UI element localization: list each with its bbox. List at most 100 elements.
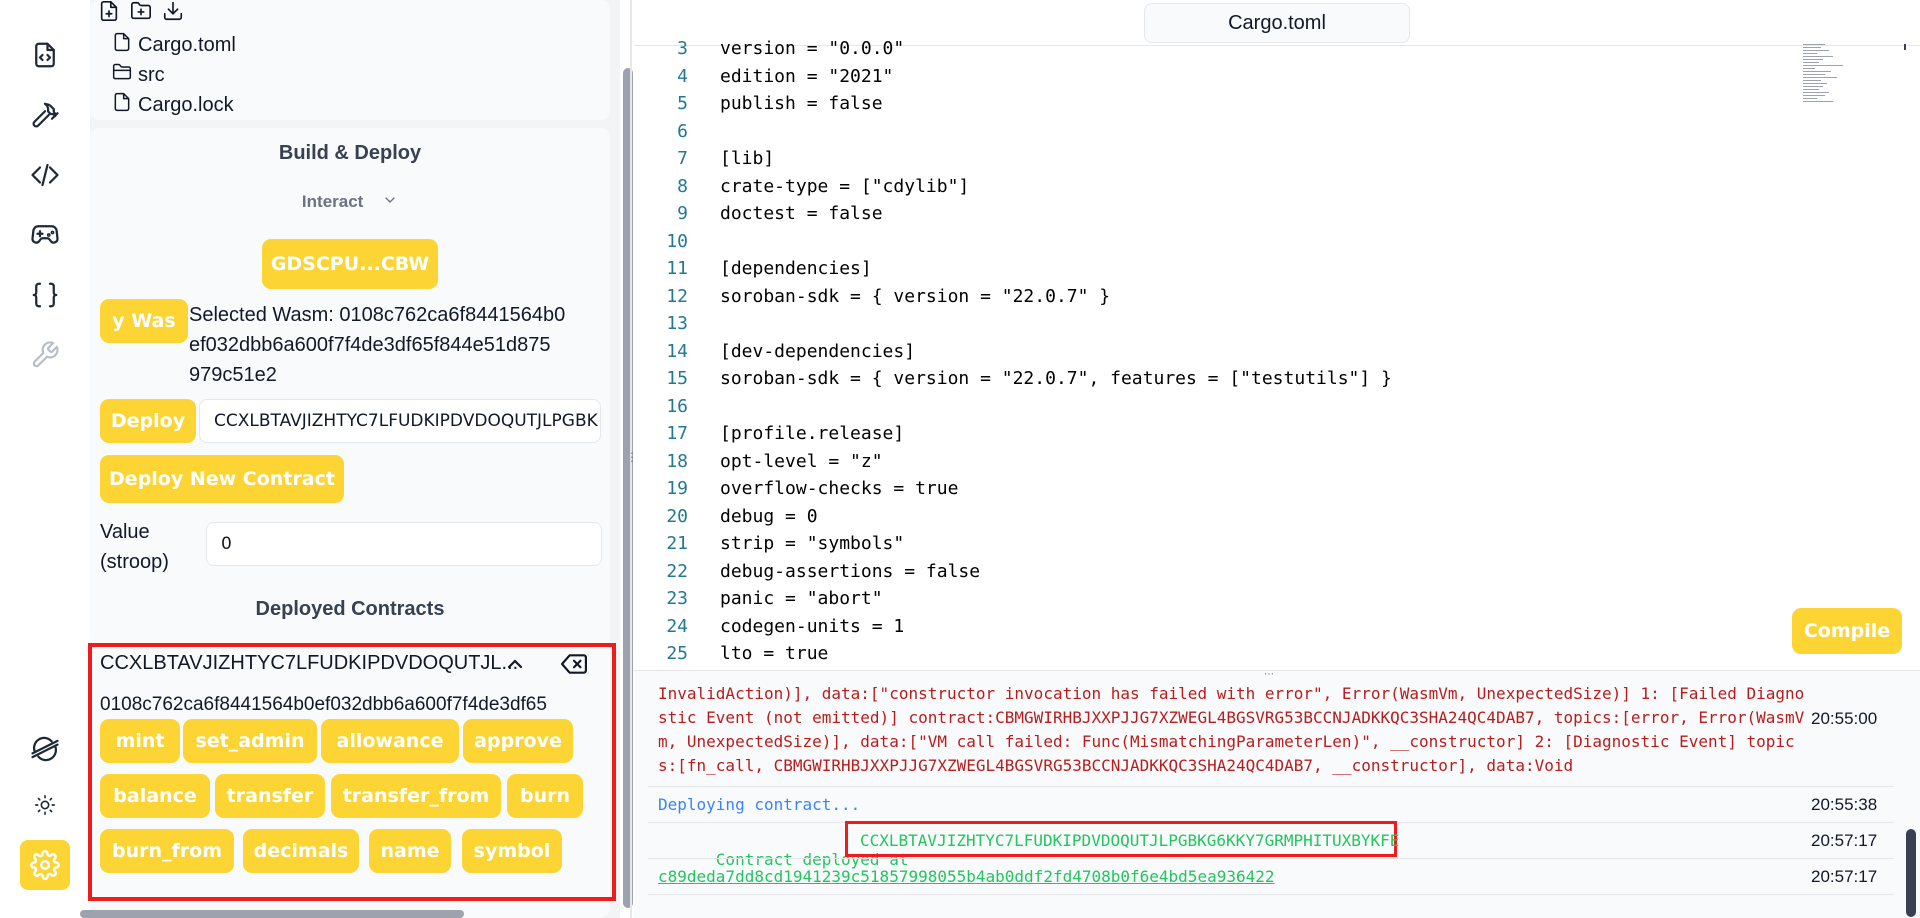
- editor-minimap[interactable]: [1799, 44, 1859, 106]
- terminal-scrollbar[interactable]: [1906, 829, 1916, 917]
- braces-icon[interactable]: [24, 274, 66, 316]
- compile-button[interactable]: Compile: [1792, 608, 1902, 654]
- terminal-error-line: s:[fn_call, CBMGWIRHBJXXPJJG7XZWEGL4BGSV…: [658, 756, 1574, 775]
- mode-select-label: Interact: [301, 192, 364, 211]
- function-button-name[interactable]: name: [369, 829, 451, 873]
- settings-gear-icon[interactable]: [20, 840, 70, 890]
- mode-select[interactable]: Interact: [90, 192, 610, 213]
- line-content: panic = "abort": [720, 588, 883, 609]
- select-wasm-button[interactable]: y Was: [100, 299, 188, 343]
- line-number: 21: [666, 533, 688, 554]
- line-number: 17: [666, 423, 688, 444]
- line-content: [lib]: [720, 148, 775, 169]
- file-tree-item-label: Cargo.lock: [138, 93, 234, 116]
- line-number: 23: [666, 588, 688, 609]
- terminal-separator: [648, 858, 1894, 859]
- app-root: Cargo.toml src Cargo.lock Build & Deploy…: [0, 0, 1920, 918]
- contract-hash: 0108c762ca6f8441564b0ef032dbb6a600f7f4de…: [100, 694, 547, 715]
- terminal-drag-handle-icon[interactable]: ⋯: [1264, 670, 1274, 680]
- remove-contract-button[interactable]: [554, 648, 594, 684]
- deploy-contract-input[interactable]: CCXLBTAVJIZHTYC7LFUDKIPDVDOQUTJLPGBK: [199, 399, 601, 443]
- file-tree-item[interactable]: src: [112, 62, 165, 88]
- function-button-burn-from[interactable]: burn_from: [100, 829, 234, 873]
- side-panel-horizontal-scrollbar[interactable]: [80, 910, 464, 918]
- minimap-line: [1803, 56, 1833, 57]
- function-button-allowance[interactable]: allowance: [321, 719, 459, 763]
- value-label: Value (stroop): [100, 517, 169, 577]
- minimap-line: [1803, 77, 1837, 78]
- tab-cargo-toml[interactable]: Cargo.toml: [1144, 3, 1410, 43]
- function-button-transfer-from[interactable]: transfer_from: [331, 774, 501, 818]
- function-button-mint[interactable]: mint: [100, 719, 180, 763]
- function-button-set-admin[interactable]: set_admin: [183, 719, 317, 763]
- function-button-burn[interactable]: burn: [507, 774, 583, 818]
- gamepad-icon[interactable]: [24, 214, 66, 256]
- account-button[interactable]: GDSCPU...CBW: [262, 239, 438, 289]
- line-number: 12: [666, 285, 688, 307]
- minimap-line: [1803, 53, 1817, 54]
- collapse-button[interactable]: [495, 648, 535, 684]
- value-label-line: (stroop): [100, 551, 169, 573]
- value-input[interactable]: 0: [206, 522, 602, 566]
- minimap-line: [1803, 92, 1829, 93]
- deployed-address[interactable]: CCXLBTAVJIZHTYC7LFUDKIPDVDOQUTJLPGBKG6KK…: [860, 831, 1399, 850]
- terminal-panel: ⋯ InvalidAction)], data:["constructor in…: [634, 670, 1920, 918]
- minimap-line: [1803, 83, 1827, 84]
- line-number: 9: [677, 203, 688, 224]
- function-button-approve[interactable]: approve: [463, 719, 573, 763]
- editor-scrollbar[interactable]: [1904, 44, 1906, 50]
- terminal-error-line: m, UnexpectedSize)], data:["VM call fail…: [658, 732, 1795, 751]
- file-tree-item[interactable]: Cargo.lock: [112, 92, 234, 118]
- new-file-icon[interactable]: [98, 0, 120, 26]
- function-button-balance[interactable]: balance: [100, 774, 210, 818]
- minimap-line: [1803, 71, 1831, 72]
- code-icon[interactable]: [24, 154, 66, 196]
- chevron-up-icon: [503, 652, 527, 680]
- new-folder-icon[interactable]: [130, 0, 152, 26]
- minimap-line: [1803, 101, 1833, 102]
- selected-wasm-line: Selected Wasm: 0108c762ca6f8441564b0: [189, 304, 566, 326]
- activity-bar: [0, 0, 90, 918]
- line-number: 8: [677, 175, 688, 197]
- minimap-line: [1803, 47, 1821, 48]
- deploy-button[interactable]: Deploy: [100, 399, 196, 443]
- selected-wasm-line: ef032dbb6a600f7f4de3df65f844e51d875: [189, 334, 551, 356]
- delete-icon: [559, 651, 589, 681]
- theme-toggle-icon[interactable]: [24, 784, 66, 826]
- line-number: 25: [666, 643, 688, 664]
- file-explorer-icon[interactable]: [24, 34, 66, 76]
- deploy-new-contract-button[interactable]: Deploy New Contract: [100, 455, 344, 503]
- minimap-line: [1803, 86, 1823, 87]
- line-content: edition = "2021": [720, 65, 894, 87]
- line-content: [dev-dependencies]: [720, 340, 916, 362]
- line-content: soroban-sdk = { version = "22.0.7" }: [720, 285, 1111, 307]
- line-content: crate-type = ["cdylib"]: [720, 175, 970, 197]
- download-icon[interactable]: [162, 0, 184, 26]
- file-tree-item[interactable]: Cargo.toml: [112, 32, 236, 58]
- function-button-transfer[interactable]: transfer: [215, 774, 325, 818]
- minimap-line: [1803, 50, 1829, 51]
- file-tree-item-label: src: [138, 63, 165, 86]
- terminal-timestamp: 20:57:17: [1811, 831, 1878, 850]
- line-number: 24: [666, 615, 688, 637]
- line-number: 22: [666, 560, 688, 582]
- line-content: overflow-checks = true: [720, 478, 959, 499]
- line-number: 11: [666, 258, 688, 279]
- file-icon: [112, 32, 132, 58]
- line-number: 18: [666, 450, 688, 472]
- line-number: 16: [666, 395, 688, 417]
- terminal-timestamp: 20:55:00: [1811, 709, 1878, 728]
- line-number: 5: [677, 93, 688, 114]
- line-content: strip = "symbols": [720, 533, 905, 554]
- transaction-hash-link[interactable]: c89deda7dd8cd1941239c51857998055b4ab0ddf…: [658, 867, 1275, 886]
- wrench-icon[interactable]: [24, 334, 66, 376]
- deployed-contracts-title: Deployed Contracts: [255, 598, 445, 620]
- terminal-timestamp: 20:55:38: [1811, 795, 1878, 814]
- value-label-line: Value: [100, 521, 150, 543]
- line-content: codegen-units = 1: [720, 615, 905, 637]
- folder-icon: [112, 62, 132, 88]
- function-button-symbol[interactable]: symbol: [462, 829, 562, 873]
- selected-wasm-text: Selected Wasm: 0108c762ca6f8441564b0 ef0…: [189, 300, 565, 390]
- hammer-icon[interactable]: [24, 94, 66, 136]
- function-button-decimals[interactable]: decimals: [243, 829, 359, 873]
